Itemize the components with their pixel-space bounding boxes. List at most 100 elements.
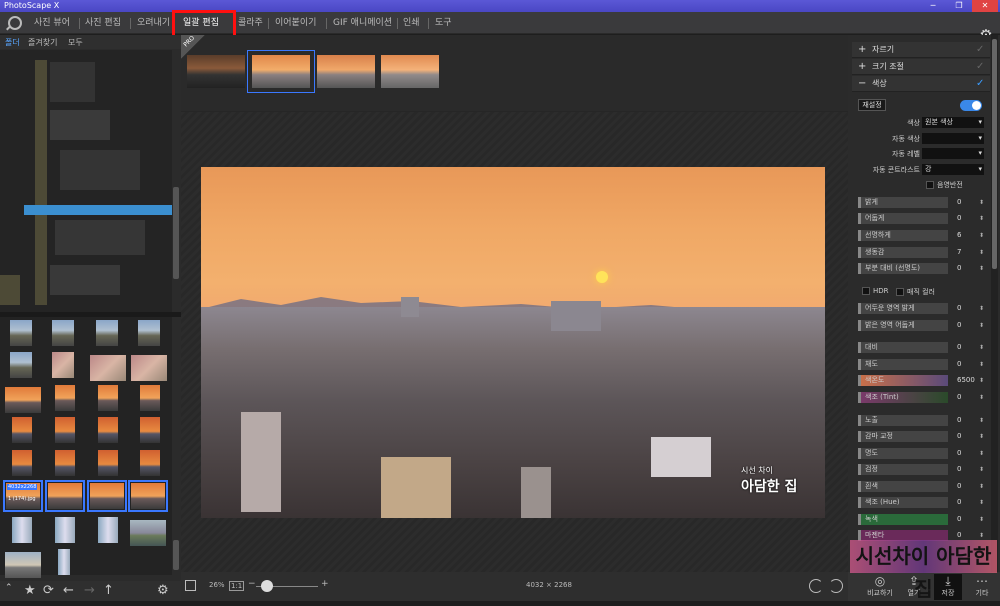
thumbnail[interactable] — [55, 517, 75, 543]
thumbnail[interactable] — [96, 320, 118, 346]
white-slider[interactable]: 흰색 0 ⬍ — [858, 481, 984, 492]
zoom-slider-knob[interactable] — [261, 580, 273, 592]
menu-print[interactable]: 인쇄 — [403, 17, 420, 30]
section-resize[interactable]: + 크기 조절 ✓ — [852, 59, 990, 75]
thumbnail[interactable] — [52, 352, 74, 378]
section-color[interactable]: − 색상 ✓ — [852, 76, 990, 92]
film-thumbnail[interactable] — [381, 55, 439, 88]
tab-favorites[interactable]: 즐겨찾기 — [28, 37, 57, 48]
saturation-slider[interactable]: 채도 0 ⬍ — [858, 359, 984, 370]
folder-tree[interactable] — [0, 50, 172, 312]
thumbnail-selected[interactable] — [45, 480, 85, 512]
menu-gif-animation[interactable]: GIF 애니메이션 — [333, 17, 392, 30]
temperature-slider[interactable]: 색온도 6500 ⬍ — [858, 375, 984, 386]
more-button[interactable]: ⋯ 기타 — [968, 574, 996, 600]
color-dropdown[interactable]: 원본 색상 — [922, 117, 984, 128]
thumbnail[interactable] — [130, 520, 166, 546]
contrast-slider[interactable]: 대비 0 ⬍ — [858, 342, 984, 353]
zoom-out-button[interactable]: − — [248, 579, 256, 589]
invert-checkbox-row[interactable]: 음영반전 — [926, 180, 996, 192]
minimize-button[interactable]: ─ — [920, 0, 946, 12]
arrow-left-icon[interactable]: ← — [63, 583, 74, 598]
color-toggle[interactable] — [960, 100, 982, 111]
clarity-slider[interactable]: 부분 대비 (선명도) 0 ⬍ — [858, 263, 984, 274]
brighten-slider[interactable]: 밝게 0 ⬍ — [858, 197, 984, 208]
green-slider[interactable]: 녹색 0 ⬍ — [858, 514, 984, 525]
darken-slider[interactable]: 어둡게 0 ⬍ — [858, 213, 984, 224]
reset-button[interactable]: 재설정 — [858, 99, 886, 111]
thumbnail[interactable] — [98, 417, 118, 443]
film-thumbnail[interactable] — [187, 55, 245, 88]
thumbnail[interactable] — [5, 552, 41, 578]
thumbnail-selected[interactable] — [128, 480, 168, 512]
menu-photo-viewer[interactable]: 사진 뷰어 — [34, 17, 70, 30]
tab-folder[interactable]: 폴더 — [5, 37, 20, 48]
thumbnail[interactable] — [12, 450, 32, 476]
thumbnail[interactable] — [140, 450, 160, 476]
hue-slider[interactable]: 색조 (Hue) 0 ⬍ — [858, 497, 984, 508]
auto-contrast-dropdown[interactable]: 강 — [922, 164, 984, 175]
film-thumbnail[interactable] — [317, 55, 375, 88]
thumbnail-selected[interactable]: 4032x2268 1 (174).jpg — [3, 480, 43, 512]
fit-icon[interactable] — [185, 580, 196, 591]
section-crop[interactable]: + 자르기 ✓ — [852, 42, 990, 58]
menu-collage[interactable]: 콜라주 — [238, 17, 263, 30]
close-button[interactable]: ✕ — [972, 0, 998, 12]
arrow-right-icon[interactable]: → — [84, 583, 95, 598]
actual-size-button[interactable]: 1:1 — [229, 581, 245, 591]
thumbnail[interactable] — [140, 385, 160, 411]
menu-combine[interactable]: 이어붙이기 — [275, 17, 316, 30]
image-canvas[interactable]: 시선 차이 아담한 집 — [181, 112, 848, 572]
film-thumbnail-selected[interactable] — [247, 50, 315, 93]
magic-color-checkbox-row[interactable]: 매직 컬러 — [896, 287, 966, 299]
sharpen-slider[interactable]: 선명하게 6 ⬍ — [858, 230, 984, 241]
thumbnail[interactable] — [55, 417, 75, 443]
thumbnail[interactable] — [52, 320, 74, 346]
thumbnail[interactable] — [90, 355, 126, 381]
compare-button[interactable]: ◎ 비교하기 — [866, 574, 894, 600]
tab-all[interactable]: 모두 — [68, 37, 83, 48]
expand-icon[interactable]: ⌃ — [5, 583, 13, 593]
star-icon[interactable]: ★ — [24, 583, 36, 598]
thumbnail-selected[interactable] — [87, 480, 127, 512]
thumbnail[interactable] — [55, 385, 75, 411]
rotate-right-icon[interactable] — [829, 579, 843, 593]
thumbnail[interactable] — [12, 517, 32, 543]
brightness-slider[interactable]: 명도 0 ⬍ — [858, 448, 984, 459]
thumbnail[interactable] — [5, 387, 41, 413]
selected-folder[interactable] — [24, 205, 172, 215]
thumbnail[interactable] — [10, 320, 32, 346]
search-icon[interactable] — [8, 16, 22, 30]
right-scrollbar[interactable] — [991, 35, 998, 601]
rotate-left-icon[interactable] — [809, 579, 823, 593]
thumbnail[interactable] — [98, 517, 118, 543]
gear-icon[interactable]: ⚙ — [157, 583, 169, 598]
thumbnail[interactable] — [140, 417, 160, 443]
zoom-in-button[interactable]: + — [321, 579, 329, 589]
vibrance-slider[interactable]: 생동감 7 ⬍ — [858, 247, 984, 258]
thumbnail[interactable] — [98, 385, 118, 411]
highlights-slider[interactable]: 밝은 영역 어둡게 0 ⬍ — [858, 320, 984, 331]
menu-photo-editor[interactable]: 사진 편집 — [85, 17, 121, 30]
shadows-slider[interactable]: 어두운 영역 밝게 0 ⬍ — [858, 303, 984, 314]
refresh-icon[interactable]: ⟳ — [43, 583, 54, 598]
auto-level-dropdown[interactable] — [922, 148, 984, 159]
maximize-button[interactable]: ❐ — [946, 0, 972, 12]
menu-cutout[interactable]: 오려내기 — [137, 17, 170, 30]
thumbnail-scrollbar[interactable] — [173, 540, 179, 570]
tint-slider[interactable]: 색조 (Tint) 0 ⬍ — [858, 392, 984, 403]
tree-scrollbar[interactable] — [173, 187, 179, 279]
thumbnail[interactable] — [98, 450, 118, 476]
arrow-up-icon[interactable]: ↑ — [103, 583, 114, 598]
thumbnail[interactable] — [58, 549, 70, 575]
thumbnail[interactable] — [131, 355, 167, 381]
thumbnail[interactable] — [12, 417, 32, 443]
menu-tools[interactable]: 도구 — [435, 17, 452, 30]
save-button[interactable]: ⤓ 저장 — [934, 574, 962, 600]
auto-color-dropdown[interactable] — [922, 133, 984, 144]
thumbnail[interactable] — [138, 320, 160, 346]
gamma-slider[interactable]: 감마 교정 0 ⬍ — [858, 431, 984, 442]
thumbnail[interactable] — [55, 450, 75, 476]
black-slider[interactable]: 검정 0 ⬍ — [858, 464, 984, 475]
exposure-slider[interactable]: 노출 0 ⬍ — [858, 415, 984, 426]
